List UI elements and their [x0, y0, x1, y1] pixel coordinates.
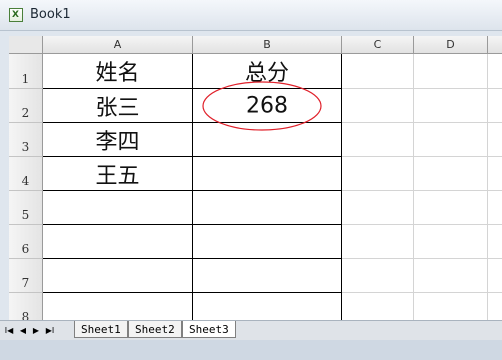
last-sheet-icon[interactable]: ▶I: [44, 324, 56, 338]
tab-sheet2[interactable]: Sheet2: [128, 321, 182, 338]
excel-window: X Book1 A B C D 1 2 3 4 5 6 7 8 姓名 总分 张三…: [0, 0, 502, 360]
red-circle-annotation: [202, 81, 322, 131]
first-sheet-icon[interactable]: I◀: [3, 324, 15, 338]
next-sheet-icon[interactable]: ▶: [30, 324, 42, 338]
worksheet-grid[interactable]: A B C D 1 2 3 4 5 6 7 8 姓名 总分 张三 268 李四 …: [9, 36, 502, 320]
status-strip: [0, 340, 502, 360]
title-bar: X Book1: [0, 0, 502, 31]
tab-sheet1[interactable]: Sheet1: [74, 321, 128, 338]
prev-sheet-icon[interactable]: ◀: [17, 324, 29, 338]
excel-icon[interactable]: X: [9, 8, 23, 22]
window-title: Book1: [30, 7, 71, 22]
tab-sheet3[interactable]: Sheet3: [182, 321, 236, 338]
sheet-tab-bar: I◀ ◀ ▶ ▶I Sheet1 Sheet2 Sheet3: [0, 320, 502, 341]
